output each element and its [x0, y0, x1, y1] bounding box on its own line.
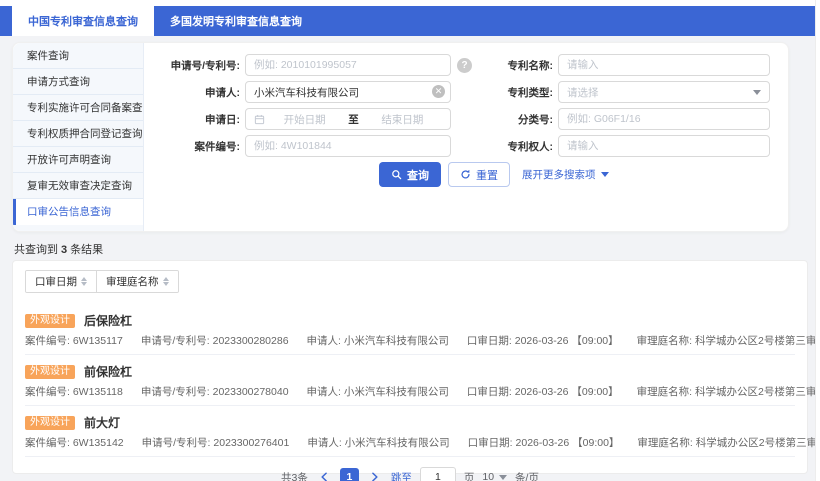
applicant-label: 申请人:	[205, 86, 240, 99]
patent-name-row: 专利名称:	[463, 54, 770, 76]
sort-icon	[162, 277, 169, 286]
result-meta: 案件编号: 6W135118 申请号/专利号: 2023300278040 申请…	[25, 385, 820, 399]
results-panel: 口审日期 审理庭名称 外观设计 后保险杠 案件编号: 6W135117 申请号/…	[12, 260, 820, 481]
pagination: 共3条 1 跳至 页 10 条/页	[13, 457, 807, 481]
case-number-row: 案件编号:	[148, 135, 451, 157]
chip-oral-hearing-date-label: 口审日期	[35, 276, 77, 288]
patentee-label: 专利权人:	[507, 140, 554, 153]
result-meta: 案件编号: 6W135142 申请号/专利号: 2023300276401 申请…	[25, 436, 820, 450]
expand-more-label: 展开更多搜索项	[522, 169, 596, 181]
classification-number-input[interactable]	[558, 108, 770, 130]
expand-more-link[interactable]: 展开更多搜索项	[522, 167, 609, 182]
case-number-label: 案件编号:	[194, 140, 241, 153]
sidebar-item-pledge-registration-query[interactable]: 专利权质押合同登记查询	[13, 121, 143, 147]
tab-multi-country-patent-query[interactable]: 多国发明专利审查信息查询	[154, 6, 318, 36]
top-tab-bar: 中国专利审查信息查询 多国发明专利审查信息查询	[0, 6, 815, 36]
summary-suffix: 条结果	[70, 244, 104, 256]
patent-query-page: 中国专利审查信息查询 多国发明专利审查信息查询 案件查询 申请方式查询 专利实施…	[0, 0, 820, 481]
chip-oral-hearing-date[interactable]: 口审日期	[26, 271, 96, 292]
patent-type-label: 专利类型:	[507, 86, 554, 99]
sort-filter-chips: 口审日期 审理庭名称	[25, 270, 179, 293]
result-title: 前保险杠	[84, 365, 133, 379]
reset-button-label: 重置	[476, 169, 498, 182]
classification-number-row: 分类号:	[463, 108, 770, 130]
end-date-placeholder: 结束日期	[381, 113, 424, 126]
applicant-row: 申请人: ✕	[148, 81, 451, 103]
page-size-select[interactable]: 10	[482, 471, 508, 481]
patent-type-badge: 外观设计	[25, 364, 75, 379]
chevron-left-icon[interactable]	[316, 469, 332, 481]
applicant-input[interactable]	[245, 81, 451, 103]
patent-name-label: 专利名称:	[507, 59, 554, 72]
clear-icon[interactable]: ✕	[432, 85, 445, 98]
sidebar-item-open-license-query[interactable]: 开放许可声明查询	[13, 147, 143, 173]
patentee-row: 专利权人:	[463, 135, 770, 157]
patent-type-badge: 外观设计	[25, 313, 75, 328]
result-row: 外观设计 前保险杠 案件编号: 6W135118 申请号/专利号: 202330…	[25, 355, 820, 406]
application-number-input[interactable]	[245, 54, 451, 76]
query-type-sidebar: 案件查询 申请方式查询 专利实施许可合同备案查询 专利权质押合同登记查询 开放许…	[13, 43, 144, 231]
search-button[interactable]: 查询	[379, 162, 441, 187]
chevron-right-icon[interactable]	[367, 469, 383, 481]
page-unit-label: 页	[463, 471, 475, 481]
patentee-input[interactable]	[558, 135, 770, 157]
caret-down-icon	[600, 172, 609, 177]
patent-type-badge: 外观设计	[25, 415, 75, 430]
result-row: 外观设计 前大灯 案件编号: 6W135142 申请号/专利号: 2023300…	[25, 406, 820, 457]
page-size-value: 10	[482, 471, 495, 481]
application-date-label: 申请日:	[205, 113, 240, 126]
patent-type-select[interactable]: 请选择	[558, 81, 770, 103]
pagination-total: 共3条	[281, 471, 308, 481]
chevron-down-icon	[753, 89, 761, 95]
summary-count: 3	[61, 244, 68, 256]
case-number-input[interactable]	[245, 135, 451, 157]
summary-prefix: 共查询到	[14, 244, 58, 256]
chevron-down-icon	[499, 474, 508, 480]
applicant-input-wrap: ✕	[245, 81, 451, 103]
patent-name-input[interactable]	[558, 54, 770, 76]
refresh-icon	[461, 169, 470, 179]
result-title: 前大灯	[84, 416, 121, 430]
page-number-button[interactable]: 1	[339, 467, 359, 481]
application-number-row: 申请号/专利号: ?	[148, 54, 472, 76]
search-button-label: 查询	[407, 169, 429, 182]
search-panel: 案件查询 申请方式查询 专利实施许可合同备案查询 专利权质押合同登记查询 开放许…	[12, 42, 789, 232]
date-range-separator: 至	[348, 113, 359, 126]
tab-china-patent-query[interactable]: 中国专利审查信息查询	[12, 6, 154, 36]
sidebar-item-license-contract-filing-query[interactable]: 专利实施许可合同备案查询	[13, 95, 143, 121]
sidebar-item-case-query[interactable]: 案件查询	[13, 43, 143, 69]
chip-tribunal-name-label: 审理庭名称	[106, 276, 159, 288]
result-title: 后保险杠	[84, 314, 133, 328]
patent-type-placeholder: 请选择	[567, 86, 599, 99]
calendar-icon	[254, 114, 265, 124]
search-icon	[392, 170, 402, 180]
result-list: 外观设计 后保险杠 案件编号: 6W135117 申请号/专利号: 202330…	[25, 304, 820, 457]
result-row: 外观设计 后保险杠 案件编号: 6W135117 申请号/专利号: 202330…	[25, 304, 820, 355]
form-actions: 查询 重置 展开更多搜索项	[379, 162, 609, 187]
jump-to-label: 跳至	[390, 471, 412, 481]
classification-number-label: 分类号:	[518, 113, 553, 126]
results-summary: 共查询到 3 条结果	[14, 241, 103, 257]
scrollbar-track[interactable]	[815, 0, 820, 481]
sidebar-item-oral-hearing-notice-query[interactable]: 口审公告信息查询	[13, 199, 143, 225]
sidebar-item-reexamination-decision-query[interactable]: 复审无效审查决定查询	[13, 173, 143, 199]
application-date-range-picker[interactable]: 开始日期 至 结束日期	[245, 108, 451, 130]
size-unit-label: 条/页	[515, 471, 539, 481]
application-number-label: 申请号/专利号:	[170, 59, 240, 72]
reset-button[interactable]: 重置	[448, 162, 510, 187]
chip-tribunal-name[interactable]: 审理庭名称	[96, 271, 178, 292]
jump-to-page-input[interactable]	[419, 467, 456, 481]
sidebar-item-application-method-query[interactable]: 申请方式查询	[13, 69, 143, 95]
result-meta: 案件编号: 6W135117 申请号/专利号: 2023300280286 申请…	[25, 334, 820, 348]
patent-type-row: 专利类型: 请选择	[463, 81, 770, 103]
application-date-row: 申请日: 开始日期 至 结束日期	[148, 108, 451, 130]
sort-icon	[81, 277, 87, 286]
start-date-placeholder: 开始日期	[283, 113, 326, 126]
